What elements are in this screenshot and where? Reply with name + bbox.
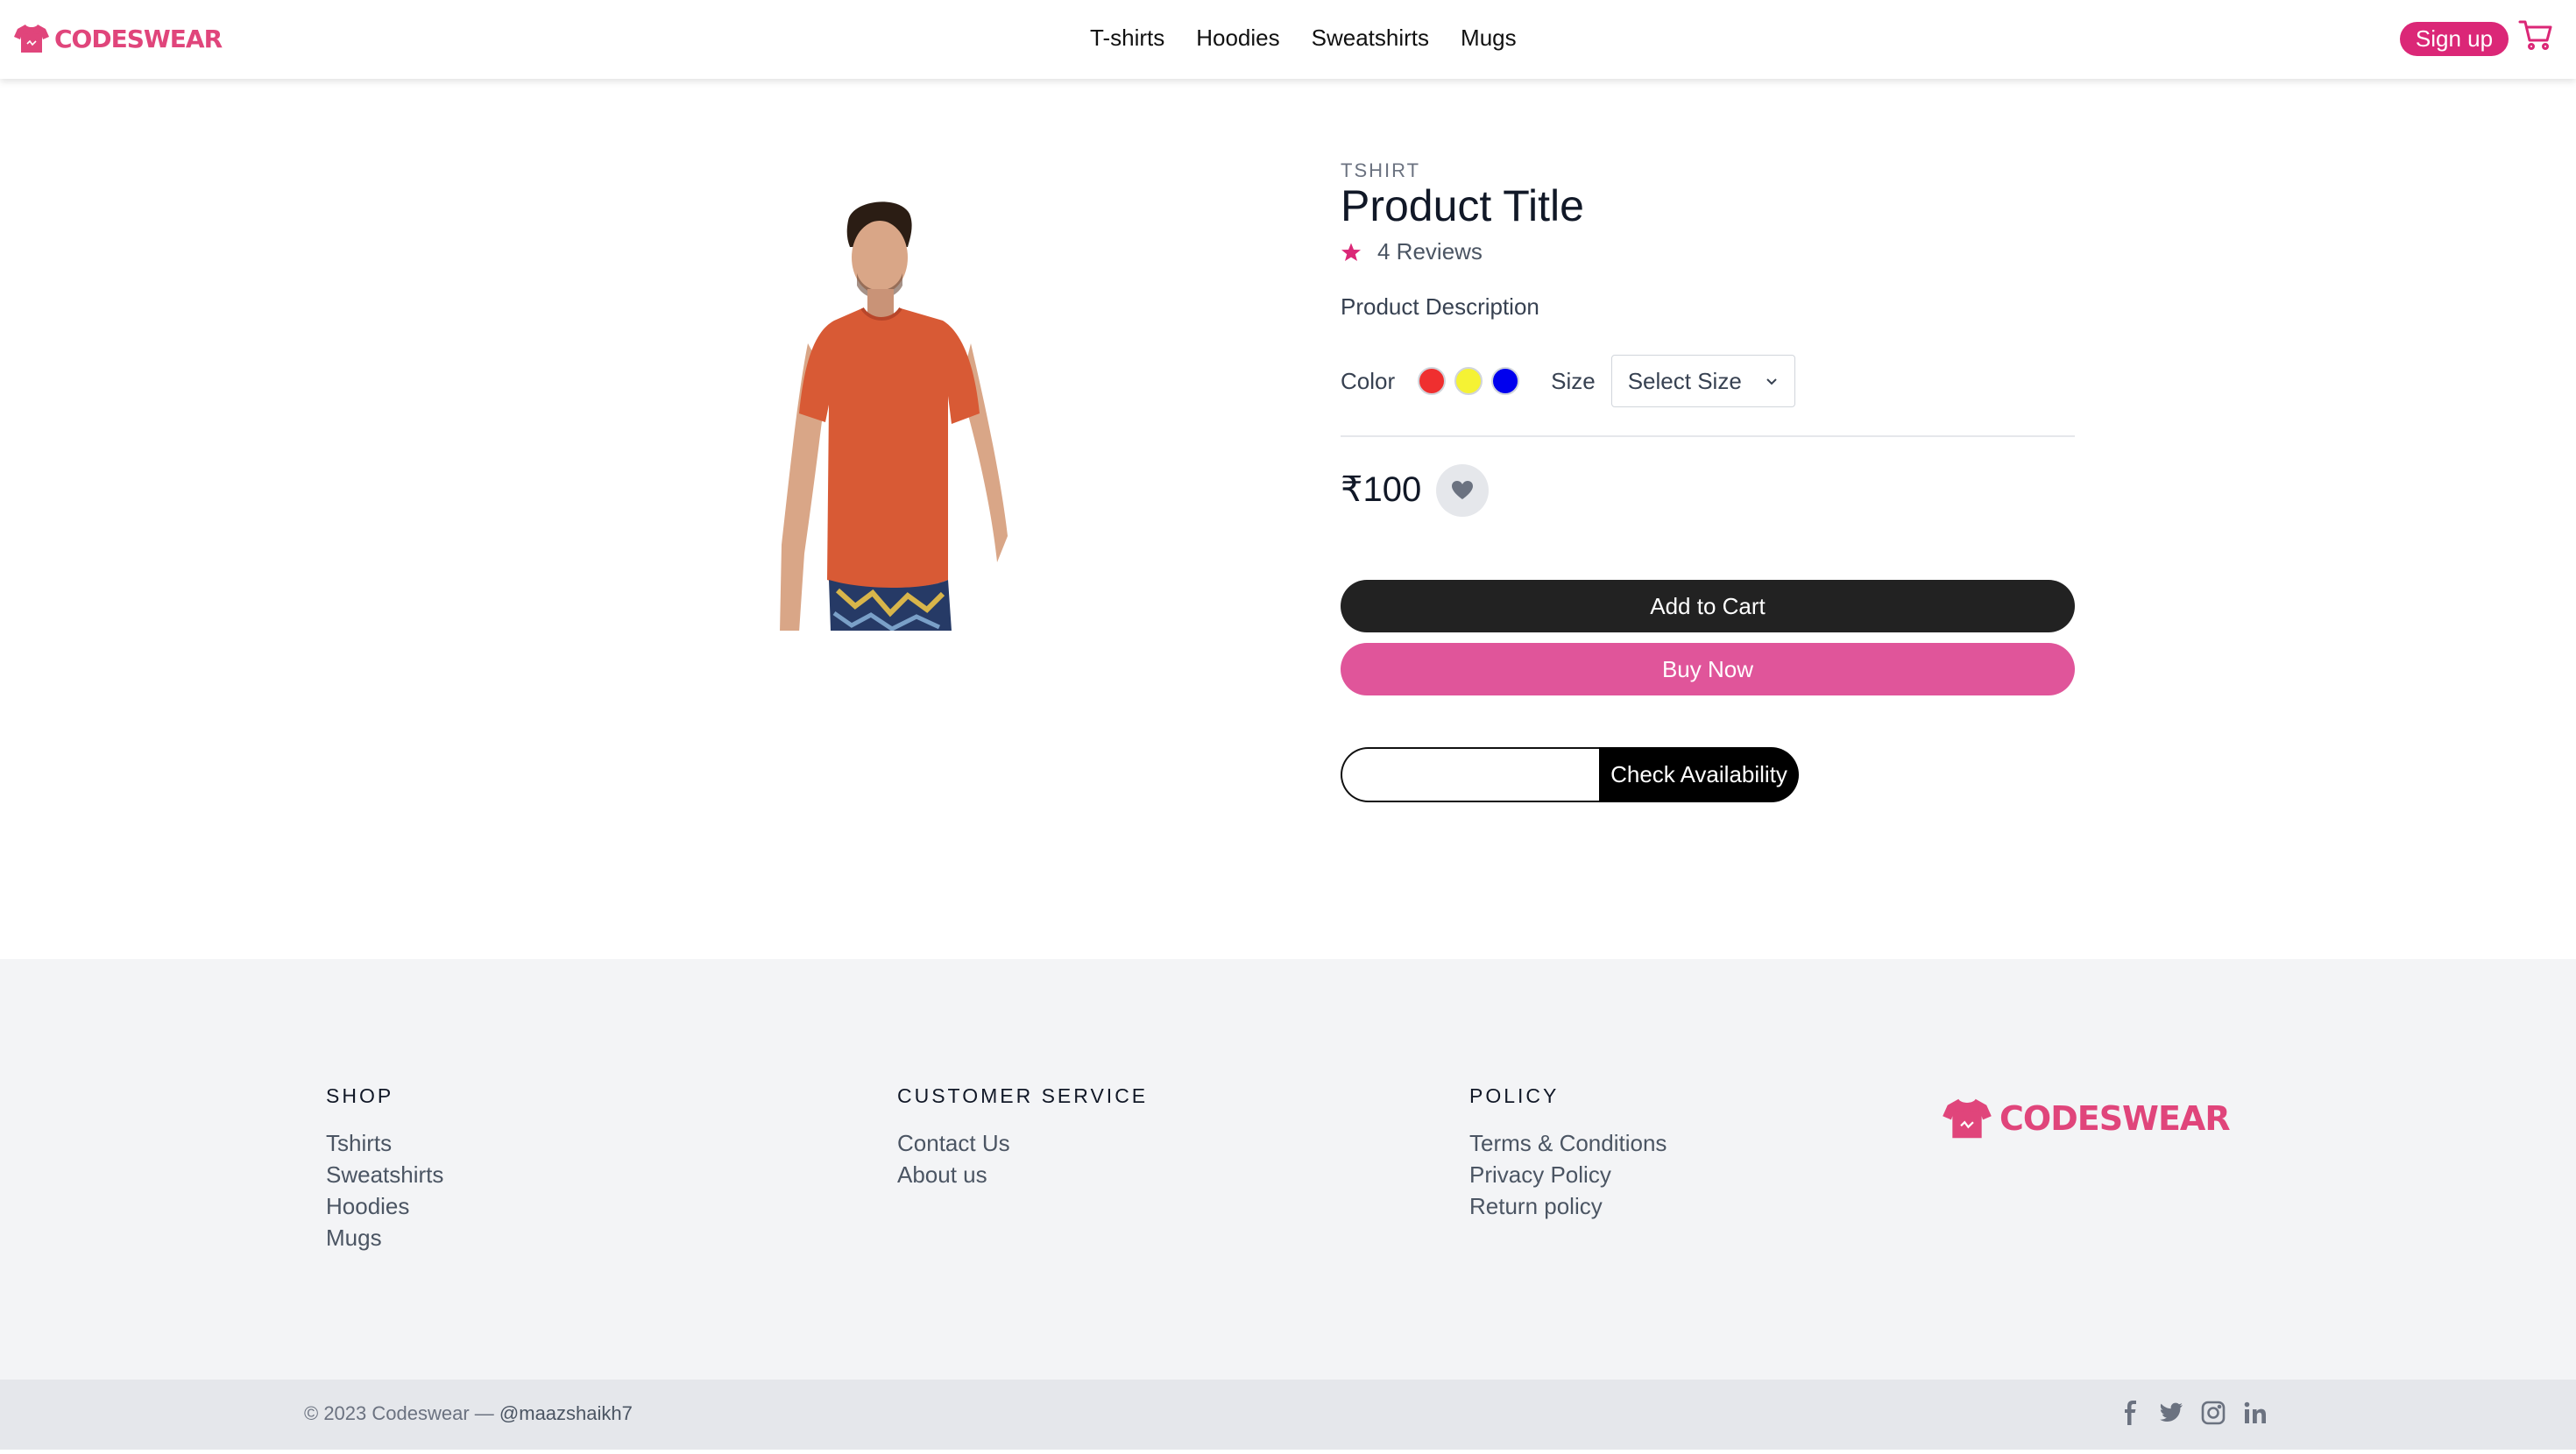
footer-heading-shop: SHOP xyxy=(326,1084,394,1107)
footer-heading-policy: POLICY xyxy=(1469,1084,1560,1107)
buy-now-button[interactable]: Buy Now xyxy=(1341,643,2075,695)
footer-link-about-us[interactable]: About us xyxy=(897,1159,1148,1190)
size-select-value: Select Size xyxy=(1627,367,1742,394)
size-select[interactable]: Select Size xyxy=(1610,355,1795,407)
details-divider xyxy=(1341,435,2075,437)
brand-logo[interactable]: CODESWEAR xyxy=(14,23,223,54)
social-links xyxy=(2120,1401,2268,1425)
cart-icon[interactable] xyxy=(2518,19,2553,55)
product-reviews: 4 Reviews xyxy=(1341,238,1483,265)
reviews-count: 4 Reviews xyxy=(1377,238,1483,265)
footer: SHOP Tshirts Sweatshirts Hoodies Mugs CU… xyxy=(0,959,2576,1380)
footer-bottom-bar: © 2023 Codeswear — @maazshaikh7 xyxy=(0,1380,2576,1450)
footer-link-return[interactable]: Return policy xyxy=(1469,1190,1667,1222)
footer-brand-logo[interactable]: CODESWEAR xyxy=(1942,1097,2231,1140)
heart-icon xyxy=(1452,481,1473,499)
product-image xyxy=(780,201,1008,631)
brand-name: CODESWEAR xyxy=(54,24,223,53)
product-options: Color Size Select Size xyxy=(1341,355,1795,407)
linkedin-icon[interactable] xyxy=(2243,1401,2268,1425)
product-category: TSHIRT xyxy=(1341,159,1421,181)
product-description: Product Description xyxy=(1341,293,1539,320)
footer-heading-customer-service: CUSTOMER SERVICE xyxy=(897,1084,1149,1107)
pincode-input[interactable] xyxy=(1341,747,1600,802)
footer-link-sweatshirts[interactable]: Sweatshirts xyxy=(326,1159,443,1190)
product-title: Product Title xyxy=(1341,181,1584,230)
footer-col-shop: SHOP Tshirts Sweatshirts Hoodies Mugs xyxy=(326,1084,443,1253)
footer-link-privacy[interactable]: Privacy Policy xyxy=(1469,1159,1667,1190)
copyright-text: © 2023 Codeswear — xyxy=(304,1402,494,1424)
color-swatch-red[interactable] xyxy=(1418,367,1447,395)
color-swatch-blue[interactable] xyxy=(1491,367,1520,395)
footer-link-mugs[interactable]: Mugs xyxy=(326,1222,443,1253)
tshirt-logo-icon xyxy=(1943,1098,1992,1139)
nav-link-mugs[interactable]: Mugs xyxy=(1461,25,1517,52)
author-handle-link[interactable]: @maazshaikh7 xyxy=(499,1402,633,1424)
check-availability-button[interactable]: Check Availability xyxy=(1599,747,1799,802)
nav-link-sweatshirts[interactable]: Sweatshirts xyxy=(1312,25,1429,52)
chevron-down-icon xyxy=(1766,378,1777,385)
navbar: CODESWEAR T-shirts Hoodies Sweatshirts M… xyxy=(0,0,2576,79)
footer-link-terms[interactable]: Terms & Conditions xyxy=(1469,1127,1667,1159)
size-label: Size xyxy=(1551,367,1596,394)
copyright: © 2023 Codeswear — @maazshaikh7 xyxy=(304,1402,633,1425)
color-label: Color xyxy=(1341,367,1396,394)
facebook-icon[interactable] xyxy=(2120,1401,2141,1425)
instagram-icon[interactable] xyxy=(2201,1401,2226,1425)
footer-brand-name: CODESWEAR xyxy=(1999,1099,2231,1138)
nav-link-hoodies[interactable]: Hoodies xyxy=(1196,25,1279,52)
star-icon xyxy=(1341,243,1361,261)
tshirt-logo-icon xyxy=(14,25,49,53)
signup-button[interactable]: Sign up xyxy=(2400,22,2509,56)
product-price: ₹100 xyxy=(1341,470,1422,509)
add-to-cart-button[interactable]: Add to Cart xyxy=(1341,580,2075,632)
main-nav: T-shirts Hoodies Sweatshirts Mugs xyxy=(1090,25,1517,52)
footer-link-contact-us[interactable]: Contact Us xyxy=(897,1127,1148,1159)
footer-link-tshirts[interactable]: Tshirts xyxy=(326,1127,443,1159)
color-swatch-yellow[interactable] xyxy=(1454,367,1483,395)
footer-link-hoodies[interactable]: Hoodies xyxy=(326,1190,443,1222)
footer-col-policy: POLICY Terms & Conditions Privacy Policy… xyxy=(1469,1084,1667,1222)
wishlist-button[interactable] xyxy=(1436,464,1489,517)
nav-link-tshirts[interactable]: T-shirts xyxy=(1090,25,1164,52)
twitter-icon[interactable] xyxy=(2159,1401,2183,1424)
footer-col-customer-service: CUSTOMER SERVICE Contact Us About us xyxy=(897,1084,1148,1190)
